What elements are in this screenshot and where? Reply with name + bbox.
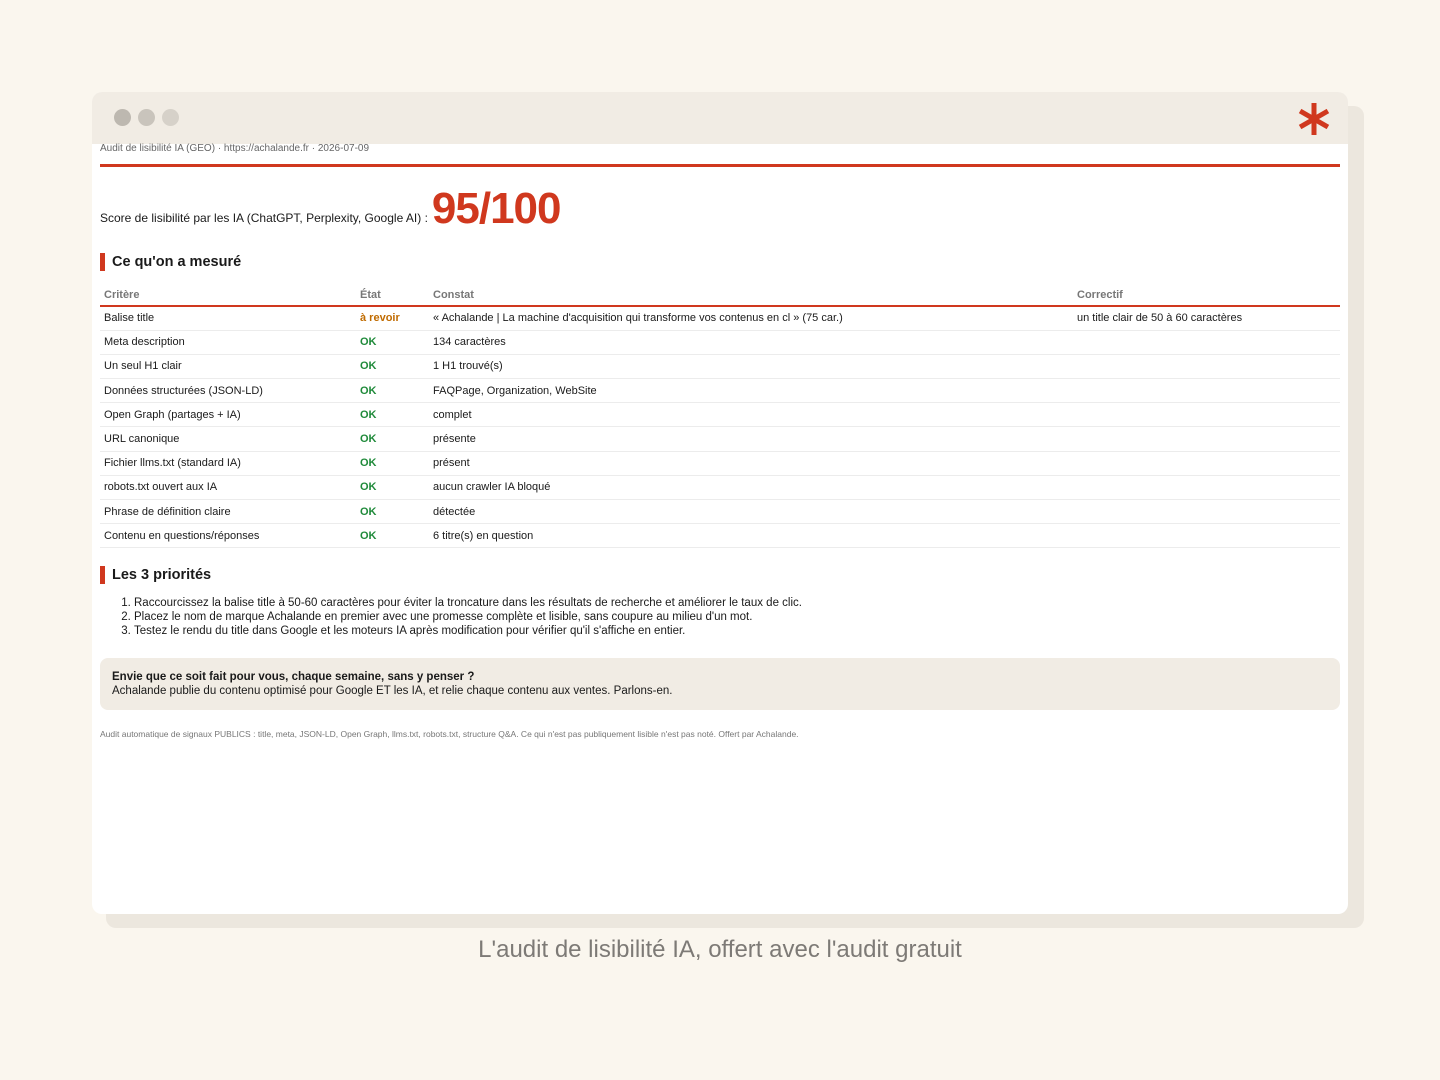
report-content: Audit de lisibilité IA (GEO) · https://a… — [100, 144, 1340, 739]
state-cell: OK — [356, 499, 429, 525]
measures-table: Critère État Constat Correctif Balise ti… — [100, 285, 1340, 549]
image-caption: L'audit de lisibilité IA, offert avec l'… — [478, 936, 962, 963]
criterion-cell: Meta description — [100, 330, 356, 355]
score-row: Score de lisibilité par les IA (ChatGPT,… — [100, 187, 1340, 231]
state-cell: OK — [356, 426, 429, 452]
criterion-cell: Fichier llms.txt (standard IA) — [100, 451, 356, 476]
criterion-cell: robots.txt ouvert aux IA — [100, 475, 356, 501]
score-label: Score de lisibilité par les IA (ChatGPT,… — [100, 211, 428, 225]
table-row: Meta description OK 134 caractères — [100, 330, 1340, 355]
fix-cell — [1073, 523, 1340, 549]
fix-cell — [1073, 475, 1340, 501]
finding-cell: détectée — [429, 499, 1073, 525]
fix-cell — [1073, 330, 1340, 355]
table-row: Données structurées (JSON-LD) OK FAQPage… — [100, 378, 1340, 404]
criterion-cell: Contenu en questions/réponses — [100, 523, 356, 549]
window-maximize-dot[interactable] — [162, 109, 179, 126]
cta-text: Achalande publie du contenu optimisé pou… — [112, 685, 673, 698]
finding-cell: présente — [429, 426, 1073, 452]
priorities-list: Raccourcissez la balise title à 50-60 ca… — [100, 596, 1340, 638]
header-criterion: Critère — [100, 285, 356, 307]
state-cell: OK — [356, 402, 429, 428]
finding-cell: 1 H1 trouvé(s) — [429, 354, 1073, 380]
table-row: Phrase de définition claire OK détectée — [100, 499, 1340, 525]
priority-item: Testez le rendu du title dans Google et … — [134, 624, 1340, 638]
fix-cell — [1073, 354, 1340, 380]
priorities-section-title: Les 3 priorités — [100, 566, 1340, 585]
state-cell: OK — [356, 378, 429, 404]
table-row: Open Graph (partages + IA) OK complet — [100, 402, 1340, 428]
criterion-cell: Open Graph (partages + IA) — [100, 402, 356, 428]
finding-cell: « Achalande | La machine d'acquisition q… — [429, 306, 1073, 331]
finding-cell: présent — [429, 451, 1073, 476]
state-cell: OK — [356, 475, 429, 501]
footnote: Audit automatique de signaux PUBLICS : t… — [100, 729, 799, 740]
finding-cell: complet — [429, 402, 1073, 428]
priority-item: Raccourcissez la balise title à 50-60 ca… — [134, 596, 1340, 610]
header-divider — [100, 164, 1340, 167]
table-row: Balise title à revoir « Achalande | La m… — [100, 306, 1340, 331]
window-close-dot[interactable] — [114, 109, 131, 126]
table-row: robots.txt ouvert aux IA OK aucun crawle… — [100, 475, 1340, 501]
table-row: URL canonique OK présente — [100, 426, 1340, 452]
header-fix: Correctif — [1073, 285, 1340, 307]
finding-cell: 134 caractères — [429, 330, 1073, 355]
window-titlebar — [92, 92, 1348, 144]
cta-title: Envie que ce soit fait pour vous, chaque… — [112, 671, 475, 684]
state-cell: OK — [356, 451, 429, 476]
window-minimize-dot[interactable] — [138, 109, 155, 126]
criterion-cell: Données structurées (JSON-LD) — [100, 378, 356, 404]
measures-section-title: Ce qu'on a mesuré — [100, 253, 1340, 271]
fix-cell — [1073, 426, 1340, 452]
table-row: Fichier llms.txt (standard IA) OK présen… — [100, 451, 1340, 476]
fix-cell — [1073, 499, 1340, 525]
table-row: Un seul H1 clair OK 1 H1 trouvé(s) — [100, 354, 1340, 380]
fix-cell — [1073, 402, 1340, 428]
finding-cell: FAQPage, Organization, WebSite — [429, 378, 1073, 404]
state-cell: OK — [356, 523, 429, 549]
criterion-cell: Un seul H1 clair — [100, 354, 356, 380]
header-state: État — [356, 285, 429, 307]
fix-cell — [1073, 378, 1340, 404]
priority-item: Placez le nom de marque Achalande en pre… — [134, 610, 1340, 624]
criterion-cell: Balise title — [100, 306, 356, 331]
criterion-cell: Phrase de définition claire — [100, 499, 356, 525]
asterisk-icon — [1298, 103, 1330, 135]
fix-cell: un title clair de 50 à 60 caractères — [1073, 306, 1340, 331]
finding-cell: 6 titre(s) en question — [429, 523, 1073, 549]
cta-box: Envie que ce soit fait pour vous, chaque… — [100, 658, 1340, 711]
browser-window: Audit de lisibilité IA (GEO) · https://a… — [92, 92, 1348, 914]
score-value: 95/100 — [431, 184, 562, 233]
header-finding: Constat — [429, 285, 1073, 307]
state-cell: à revoir — [356, 306, 429, 331]
table-row: Contenu en questions/réponses OK 6 titre… — [100, 523, 1340, 549]
report-meta-line: Audit de lisibilité IA (GEO) · https://a… — [100, 143, 370, 154]
table-header-row: Critère État Constat Correctif — [100, 285, 1340, 307]
criterion-cell: URL canonique — [100, 426, 356, 452]
finding-cell: aucun crawler IA bloqué — [429, 475, 1073, 501]
state-cell: OK — [356, 354, 429, 380]
state-cell: OK — [356, 330, 429, 355]
fix-cell — [1073, 451, 1340, 476]
